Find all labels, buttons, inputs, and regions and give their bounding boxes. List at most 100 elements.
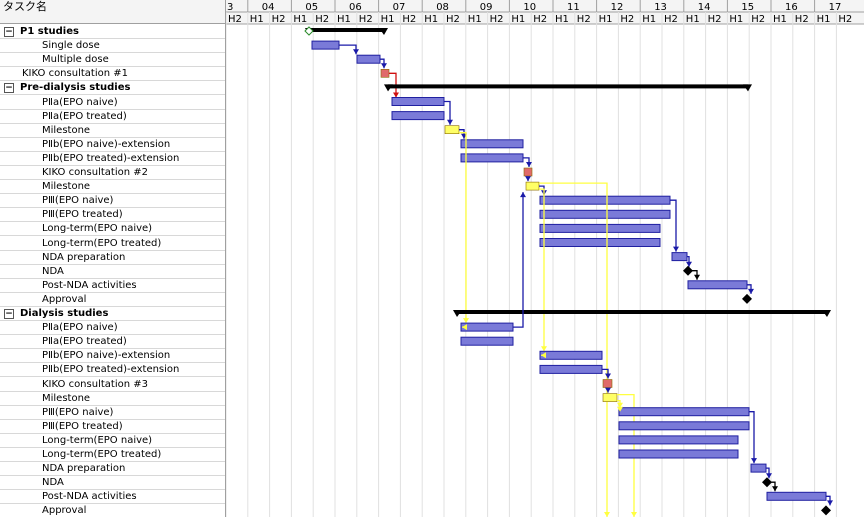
task-name: PⅡa(EPO treated) bbox=[42, 110, 127, 122]
task-name: Milestone bbox=[42, 124, 91, 136]
dependency-arrowhead bbox=[541, 346, 547, 352]
gantt-chart-area[interactable]: H2 H1 H2 H1 H2 H1 H2 H1 H2 H1 H2 H1 H2 H1 H2 H1 H2 H1 H2 H1… bbox=[226, 0, 864, 517]
task-row[interactable]: KIKO consultation #3 bbox=[0, 378, 225, 392]
task-bar bbox=[460, 322, 514, 332]
dependency-arrowhead bbox=[686, 261, 692, 267]
task-bar bbox=[356, 54, 381, 64]
task-bar bbox=[539, 350, 603, 360]
timescale-half-label: H1 bbox=[642, 14, 656, 25]
task-name: Dialysis studies bbox=[20, 308, 109, 319]
timescale-half-label: H2 bbox=[577, 14, 591, 25]
timescale-half-label: H1 bbox=[599, 14, 613, 25]
task-name: Pre-dialysis studies bbox=[20, 82, 131, 94]
task-name: PⅡb(EPO naive)-extension bbox=[42, 350, 171, 362]
task-row[interactable]: PⅡb(EPO naive)-extension bbox=[0, 138, 225, 152]
task-name: NDA bbox=[42, 265, 64, 277]
task-row[interactable]: Milestone bbox=[0, 180, 225, 195]
dependency-arrowhead bbox=[353, 49, 359, 55]
milestone-diamond bbox=[742, 293, 752, 304]
task-row[interactable]: PⅢ(EPO treated) bbox=[0, 420, 225, 434]
timescale-half-label: H1 bbox=[817, 14, 831, 25]
dependency-arrowhead bbox=[605, 373, 611, 379]
task-row[interactable]: PⅡa(EPO treated) bbox=[0, 110, 225, 124]
task-row[interactable]: PⅡa(EPO naive) bbox=[0, 96, 225, 110]
timescale-half-label: H1 bbox=[424, 14, 438, 25]
timescale-year-label: 12 bbox=[611, 2, 624, 13]
timescale-half-label: H1 bbox=[773, 14, 787, 25]
timescale-year-label: 15 bbox=[741, 2, 754, 13]
task-row[interactable]: PⅡa(EPO treated) bbox=[0, 335, 225, 350]
summary-task-row[interactable]: − Dialysis studies bbox=[0, 307, 225, 321]
task-name: Single dose bbox=[42, 40, 100, 52]
task-name: PⅢ(EPO naive) bbox=[42, 195, 114, 207]
dependency-arrowhead bbox=[827, 500, 833, 506]
task-name: Long-term(EPO naive) bbox=[42, 223, 153, 235]
timescale-half-label: H2 bbox=[664, 14, 678, 25]
task-row[interactable]: PⅡb(EPO treated)-extension bbox=[0, 152, 225, 166]
task-name: Approval bbox=[42, 505, 87, 517]
dependency-arrowhead bbox=[604, 512, 610, 517]
task-bar bbox=[618, 407, 750, 417]
task-row[interactable]: NDA preparation bbox=[0, 251, 225, 265]
timescale-year-label: 09 bbox=[480, 2, 493, 13]
task-name: Long-term(EPO treated) bbox=[42, 449, 162, 460]
timescale-year-label: 06 bbox=[349, 2, 362, 13]
timescale-half-label: H2 bbox=[751, 14, 765, 25]
task-name: KIKO consultation #2 bbox=[42, 167, 148, 178]
task-bar bbox=[460, 153, 524, 163]
task-row[interactable]: Approval bbox=[0, 504, 225, 517]
task-row[interactable]: Long-term(EPO treated) bbox=[0, 448, 225, 462]
task-row[interactable]: PⅢ(EPO naive) bbox=[0, 194, 225, 209]
task-row[interactable]: NDA bbox=[0, 265, 225, 279]
task-row[interactable]: NDA preparation bbox=[0, 462, 225, 477]
task-name: Long-term(EPO treated) bbox=[42, 237, 162, 249]
timescale-half-label: H2 bbox=[838, 14, 852, 25]
task-row[interactable]: PⅡb(EPO naive)-extension bbox=[0, 349, 225, 364]
timescale-year-label: 04 bbox=[262, 2, 275, 13]
task-row[interactable]: KIKO consultation #1 bbox=[0, 67, 225, 82]
task-bar bbox=[687, 280, 748, 290]
dependency-arrowhead bbox=[393, 92, 399, 98]
collapse-toggle-icon[interactable]: − bbox=[4, 27, 14, 37]
timescale-year-label: 14 bbox=[698, 2, 711, 13]
task-row[interactable]: Approval bbox=[0, 293, 225, 307]
task-name-column-header[interactable]: タスク名 bbox=[0, 0, 225, 24]
task-row[interactable]: Single dose bbox=[0, 39, 225, 54]
consultation-box bbox=[602, 379, 613, 388]
task-name: KIKO consultation #1 bbox=[22, 68, 128, 80]
task-name: PⅢ(EPO treated) bbox=[42, 420, 123, 432]
task-row[interactable]: PⅢ(EPO naive) bbox=[0, 406, 225, 420]
task-row[interactable]: Milestone bbox=[0, 392, 225, 406]
task-row[interactable]: KIKO consultation #2 bbox=[0, 166, 225, 180]
task-row[interactable]: PⅢ(EPO treated) bbox=[0, 208, 225, 223]
consultation-box bbox=[380, 69, 390, 78]
timescale-year-label: 07 bbox=[393, 2, 406, 13]
summary-task-row[interactable]: − Pre-dialysis studies bbox=[0, 81, 225, 96]
task-row[interactable]: NDA bbox=[0, 476, 225, 491]
task-row[interactable]: Multiple dose bbox=[0, 53, 225, 68]
task-name: PⅡb(EPO naive)-extension bbox=[42, 138, 171, 150]
consultation-box bbox=[523, 167, 533, 177]
timescale-half-label: H1 bbox=[293, 14, 307, 25]
timescale-half-label: H1 bbox=[511, 14, 525, 25]
task-row[interactable]: PⅡa(EPO naive) bbox=[0, 321, 225, 336]
summary-task-row[interactable]: − P1 studies bbox=[0, 25, 225, 39]
timescale-half-label: H1 bbox=[555, 14, 569, 25]
task-name: Post-NDA activities bbox=[42, 279, 137, 291]
dependency-arrowhead bbox=[447, 119, 453, 125]
task-row[interactable]: Long-term(EPO naive) bbox=[0, 434, 225, 448]
task-row[interactable]: PⅡb(EPO treated)-extension bbox=[0, 363, 225, 378]
timescale-half-label: H1 bbox=[686, 14, 700, 25]
collapse-toggle-icon[interactable]: − bbox=[4, 309, 14, 319]
task-row[interactable]: Post-NDA activities bbox=[0, 490, 225, 505]
dependency-link bbox=[670, 199, 677, 252]
task-row[interactable]: Long-term(EPO naive) bbox=[0, 222, 225, 237]
dependency-arrowhead bbox=[463, 318, 469, 324]
task-row[interactable]: Long-term(EPO treated) bbox=[0, 237, 225, 251]
task-row[interactable]: Post-NDA activities bbox=[0, 279, 225, 293]
timescale-half-label: H1 bbox=[468, 14, 482, 25]
dependency-arrowhead bbox=[772, 486, 778, 492]
task-row[interactable]: Milestone bbox=[0, 124, 225, 138]
dependency-arrowhead bbox=[694, 274, 700, 280]
collapse-toggle-icon[interactable]: − bbox=[4, 83, 14, 94]
